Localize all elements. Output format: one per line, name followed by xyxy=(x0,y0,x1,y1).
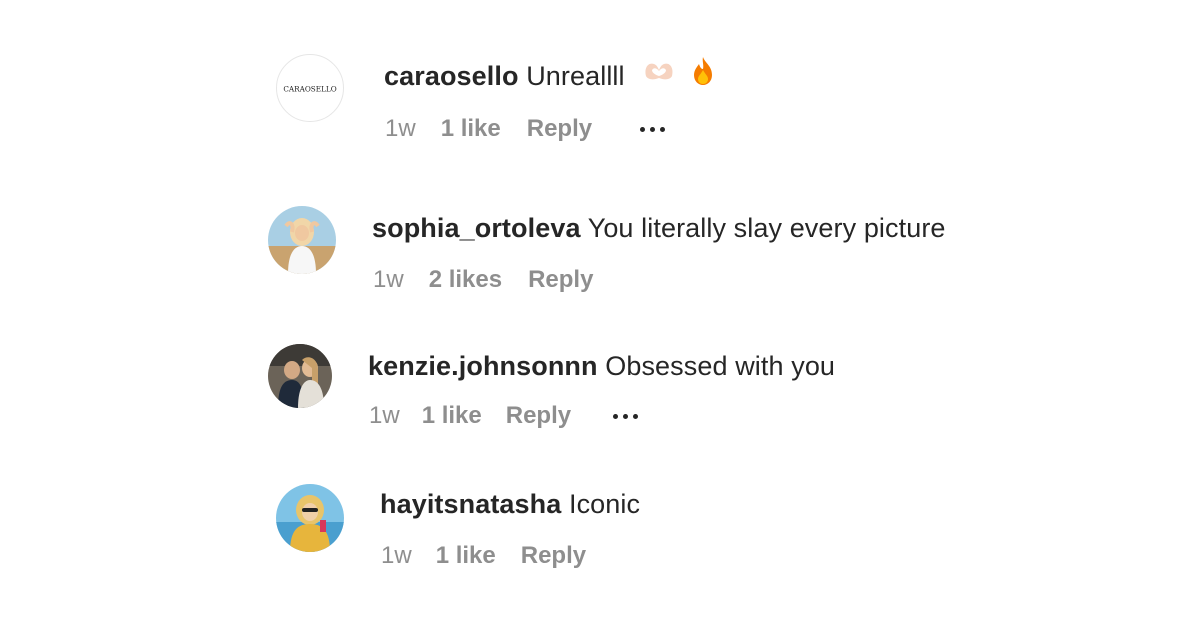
comment-username[interactable]: sophia_ortoleva xyxy=(372,213,581,243)
comment-text-line: caraosello Unreallll xyxy=(384,56,714,94)
profile-photo-icon xyxy=(268,344,332,408)
comment-meta: 1w 2 likes Reply xyxy=(373,265,593,295)
comment-timestamp[interactable]: 1w xyxy=(369,401,400,431)
profile-photo-icon xyxy=(276,484,344,552)
comment-body: Iconic xyxy=(568,489,641,519)
reply-button[interactable]: Reply xyxy=(527,114,592,144)
avatar[interactable] xyxy=(276,484,344,552)
comment-timestamp[interactable]: 1w xyxy=(373,265,404,295)
heart-hands-icon xyxy=(642,58,676,92)
comment-like-count[interactable]: 1 like xyxy=(436,541,496,571)
comment-username[interactable]: kenzie.johnsonnn xyxy=(368,351,598,381)
comment-text-line: hayitsnatasha Iconic xyxy=(380,487,640,521)
comment-meta: 1w 1 like Reply xyxy=(385,114,666,144)
profile-photo-icon xyxy=(268,206,336,274)
avatar[interactable] xyxy=(268,344,332,408)
comment-timestamp[interactable]: 1w xyxy=(385,114,416,144)
reply-button[interactable]: Reply xyxy=(521,541,586,571)
comment-like-count[interactable]: 2 likes xyxy=(429,265,502,295)
comment-body: Unreallll xyxy=(526,61,625,91)
comment-like-count[interactable]: 1 like xyxy=(422,401,482,431)
comment-text-line: kenzie.johnsonnn Obsessed with you xyxy=(368,349,835,383)
comment-username[interactable]: caraosello xyxy=(384,61,519,91)
comment-like-count[interactable]: 1 like xyxy=(441,114,501,144)
caraosello-logo-icon: CARAOSELLO xyxy=(283,84,336,93)
reply-button[interactable]: Reply xyxy=(506,401,571,431)
comment-meta: 1w 1 like Reply xyxy=(369,401,639,431)
avatar[interactable]: CARAOSELLO xyxy=(276,54,344,122)
more-options-icon[interactable] xyxy=(640,114,666,144)
comment-username[interactable]: hayitsnatasha xyxy=(380,489,561,519)
comment-body: Obsessed with you xyxy=(605,351,836,381)
avatar-logo-text: CARAOSELLO xyxy=(283,84,336,93)
comment-text-line: sophia_ortoleva You literally slay every… xyxy=(372,211,946,245)
comment-timestamp[interactable]: 1w xyxy=(381,541,412,571)
avatar[interactable] xyxy=(268,206,336,274)
fire-icon xyxy=(692,56,714,94)
comment-body: You literally slay every picture xyxy=(587,213,946,243)
more-options-icon[interactable] xyxy=(613,401,639,431)
reply-button[interactable]: Reply xyxy=(528,265,593,295)
comment-meta: 1w 1 like Reply xyxy=(381,541,586,571)
